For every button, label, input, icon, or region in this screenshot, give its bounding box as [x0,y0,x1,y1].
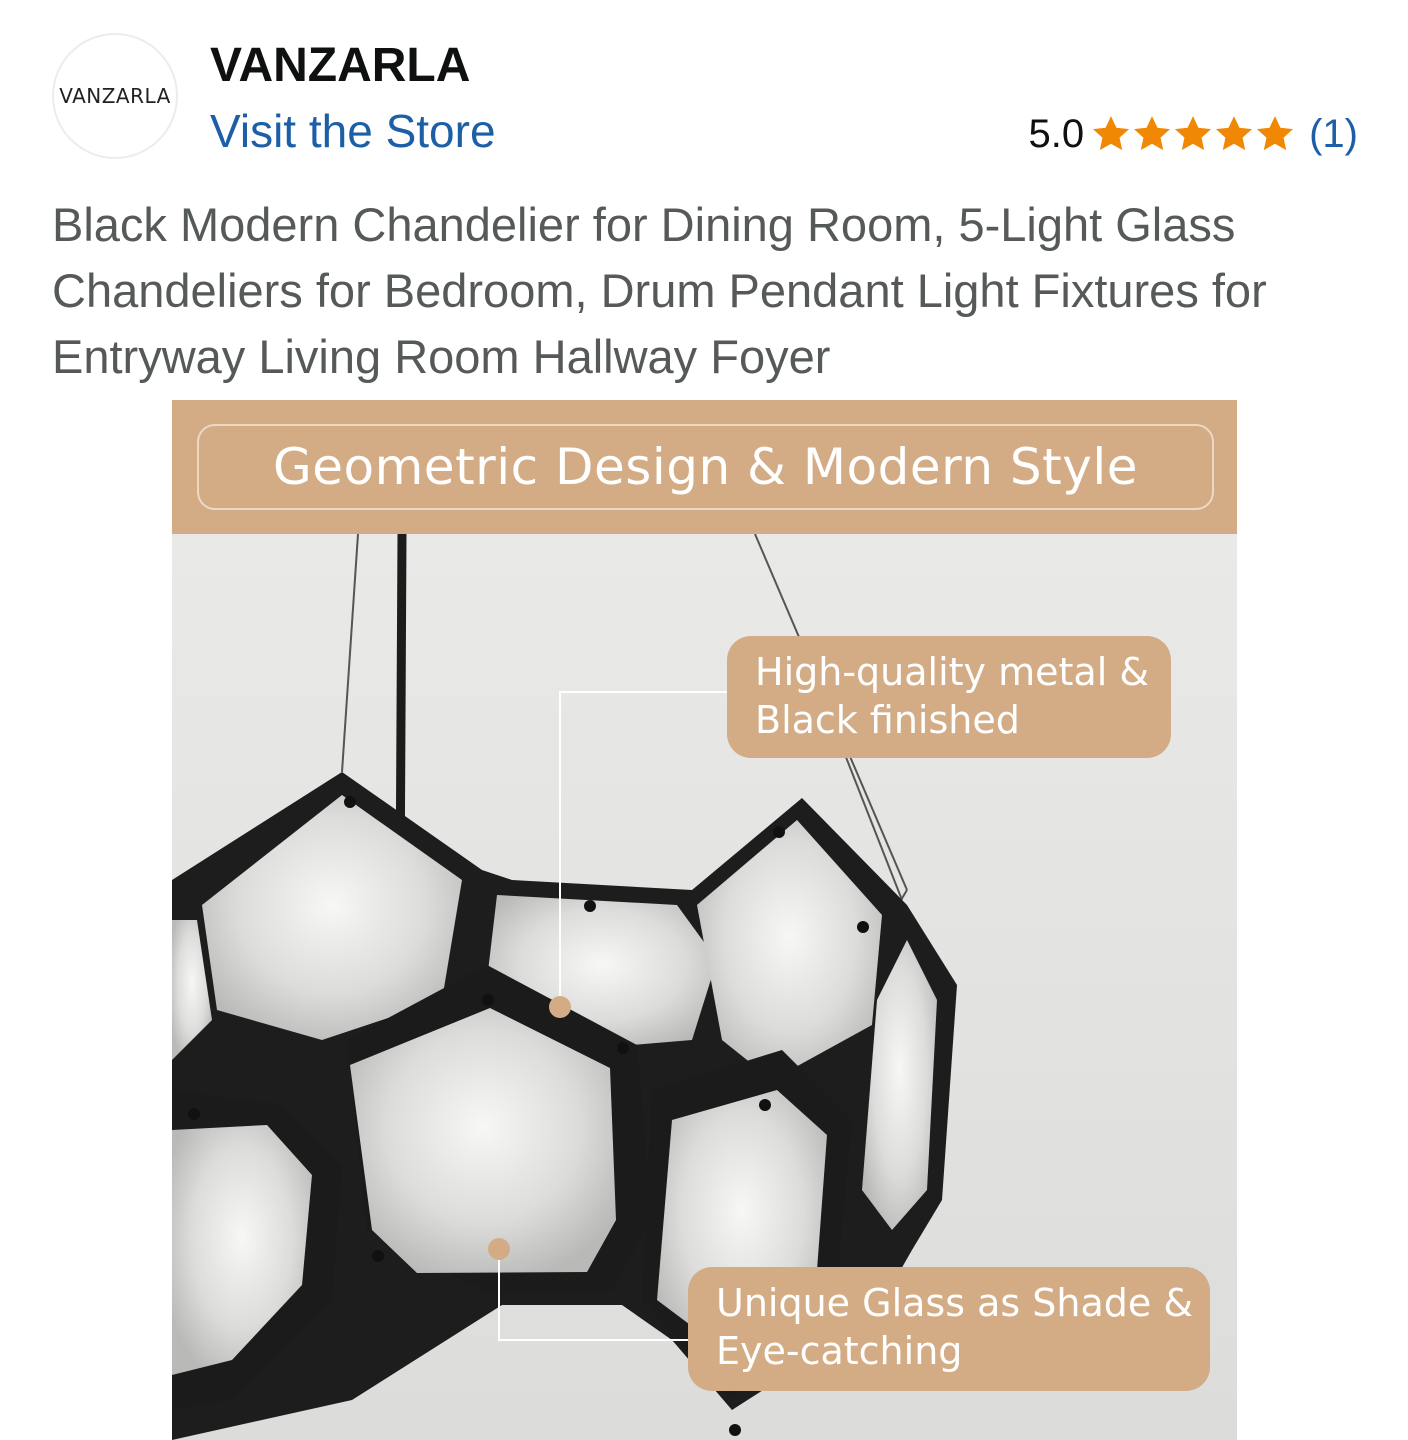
callout-line: High-quality metal & [755,650,1149,694]
rating-count-link[interactable]: (1) [1309,112,1358,157]
callout-glass-shade: Unique Glass as Shade & Eye-catching [688,1267,1210,1391]
store-logo-text: VANZARLA [59,84,171,108]
callout-metal-finish: High-quality metal & Black finished [727,636,1171,758]
image-banner-text: Geometric Design & Modern Style [273,438,1138,496]
product-title: Black Modern Chandelier for Dining Room,… [52,198,1267,383]
star-icon [1216,116,1253,151]
callout-line: Black finished [755,698,1020,742]
callout-line: Unique Glass as Shade & [716,1281,1193,1325]
star-icon [1175,116,1212,151]
star-icon [1093,116,1130,151]
visit-store-link[interactable]: Visit the Store [210,104,496,158]
product-image[interactable]: Geometric Design & Modern Style High-qua… [172,400,1237,1440]
rating-row[interactable]: 5.0 (1) [1029,110,1359,158]
image-banner: Geometric Design & Modern Style [172,400,1237,534]
star-rating [1090,113,1295,155]
brand-name: VANZARLA [210,39,471,92]
store-logo[interactable]: VANZARLA [52,33,178,159]
image-banner-frame: Geometric Design & Modern Style [197,424,1214,510]
callout-line: Eye-catching [716,1329,963,1373]
star-icon [1257,116,1294,151]
star-icon [1134,116,1171,151]
rating-value: 5.0 [1028,111,1085,156]
